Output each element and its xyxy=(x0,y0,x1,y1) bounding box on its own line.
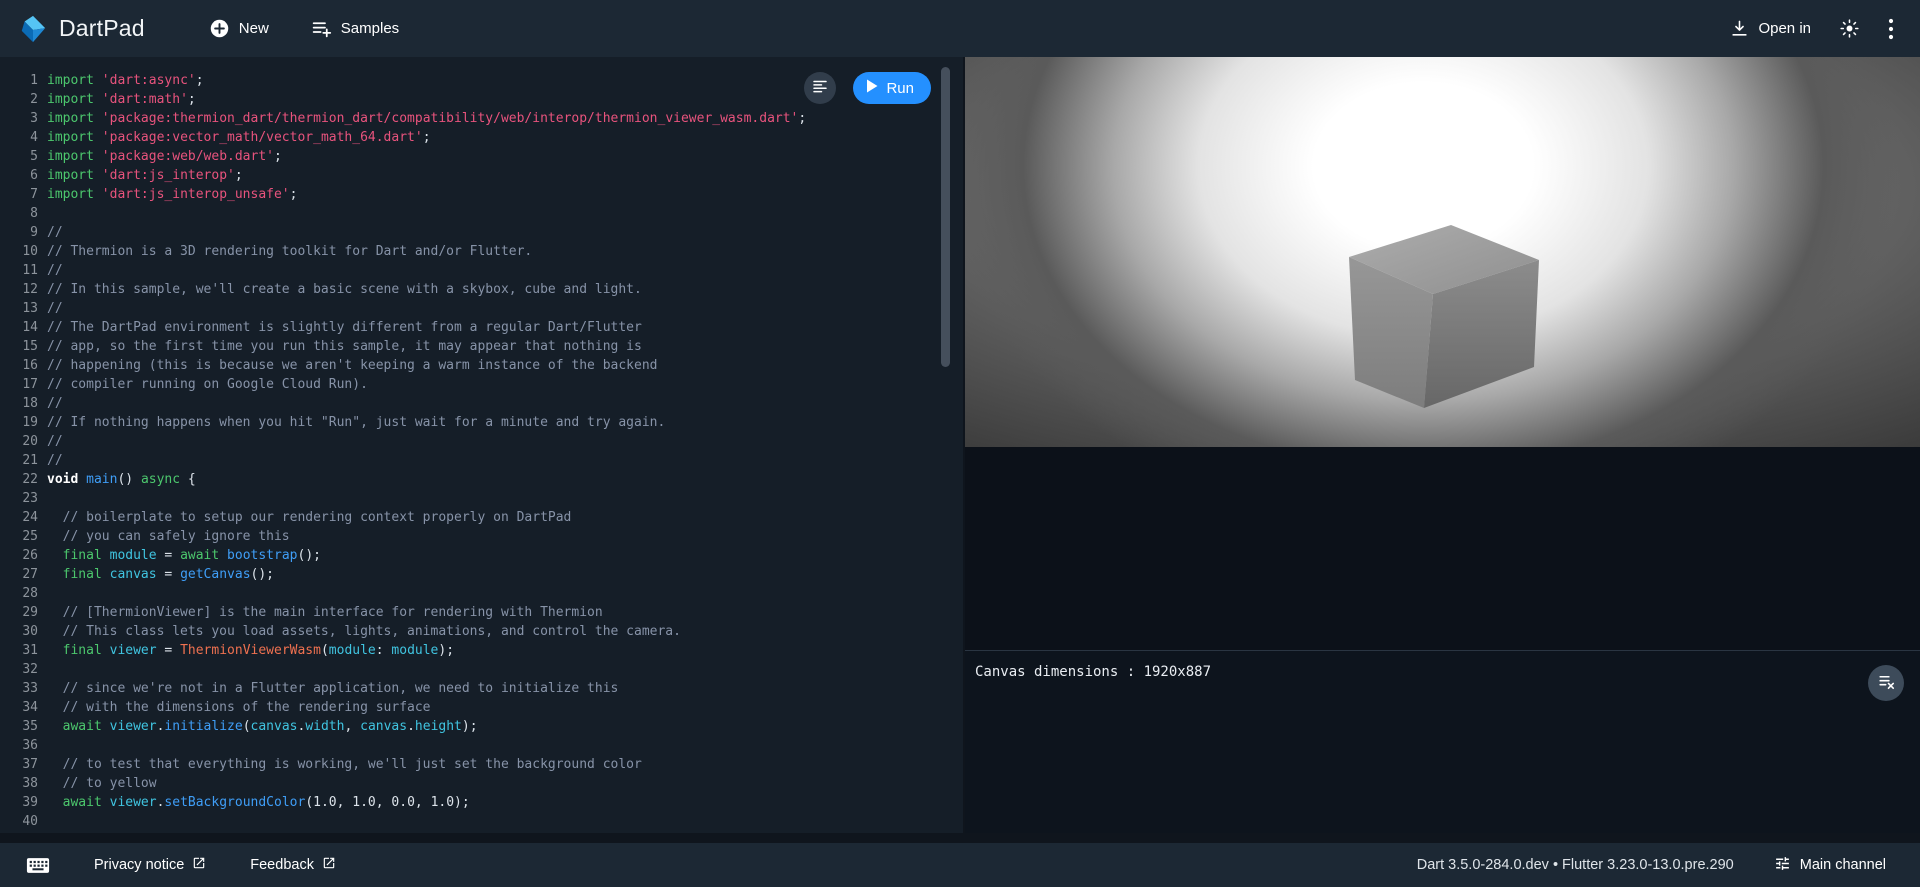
preview-pane: Canvas dimensions : 1920x887 xyxy=(965,57,1920,833)
playlist-add-icon xyxy=(311,18,332,39)
code-line: 23 xyxy=(0,489,963,508)
dartpad-app: DartPad New Samples xyxy=(0,0,1920,887)
code-line: 15// app, so the first time you run this… xyxy=(0,337,963,356)
code-line: 31 final viewer = ThermionViewerWasm(mod… xyxy=(0,641,963,660)
code-line: 39 await viewer.setBackgroundColor(1.0, … xyxy=(0,793,963,812)
code-line: 16// happening (this is because we aren'… xyxy=(0,356,963,375)
privacy-notice-link[interactable]: Privacy notice xyxy=(94,856,206,874)
download-icon xyxy=(1730,19,1749,38)
play-icon xyxy=(866,79,878,97)
dart-logo-icon xyxy=(18,14,48,44)
code-line: 7import 'dart:js_interop_unsafe'; xyxy=(0,185,963,204)
code-line: 6import 'dart:js_interop'; xyxy=(0,166,963,185)
clear-console-button[interactable] xyxy=(1868,665,1904,701)
editor-scrollbar[interactable] xyxy=(941,67,950,367)
run-button[interactable]: Run xyxy=(853,72,931,104)
feedback-label: Feedback xyxy=(250,857,314,873)
code-line: 40 xyxy=(0,812,963,831)
kebab-menu-icon[interactable] xyxy=(1888,18,1894,40)
open-in-new-icon xyxy=(322,856,336,874)
code-line: 37 // to test that everything is working… xyxy=(0,755,963,774)
code-line: 17// compiler running on Google Cloud Ru… xyxy=(0,375,963,394)
code-line: 18// xyxy=(0,394,963,413)
open-in-new-icon xyxy=(192,856,206,874)
new-button[interactable]: New xyxy=(209,18,269,39)
footer: Privacy notice Feedback Dart 3.5.0-284.0… xyxy=(0,843,1920,887)
format-button[interactable] xyxy=(804,72,836,104)
code-line: 21// xyxy=(0,451,963,470)
code-line: 19// If nothing happens when you hit "Ru… xyxy=(0,413,963,432)
render-canvas[interactable] xyxy=(965,57,1920,447)
brand: DartPad xyxy=(18,14,145,44)
open-in-button[interactable]: Open in xyxy=(1730,19,1811,38)
cube-3d xyxy=(965,57,1920,447)
channel-button[interactable]: Main channel xyxy=(1774,855,1886,876)
run-label: Run xyxy=(886,80,914,97)
samples-label: Samples xyxy=(341,20,399,37)
code-line: 13// xyxy=(0,299,963,318)
console-panel: Canvas dimensions : 1920x887 xyxy=(965,651,1920,833)
privacy-notice-label: Privacy notice xyxy=(94,857,184,873)
console-output: Canvas dimensions : 1920x887 xyxy=(965,651,1920,680)
code-line: 5import 'package:web/web.dart'; xyxy=(0,147,963,166)
code-line: 3import 'package:thermion_dart/thermion_… xyxy=(0,109,963,128)
brightness-icon[interactable] xyxy=(1839,18,1860,39)
samples-button[interactable]: Samples xyxy=(311,18,399,39)
code-line: 26 final module = await bootstrap(); xyxy=(0,546,963,565)
code-line: 20// xyxy=(0,432,963,451)
code-line: 38 // to yellow xyxy=(0,774,963,793)
tune-icon xyxy=(1774,855,1791,876)
code-line: 11// xyxy=(0,261,963,280)
code-line: 9// xyxy=(0,223,963,242)
code-line: 25 // you can safely ignore this xyxy=(0,527,963,546)
add-circle-icon xyxy=(209,18,230,39)
code-line: 22void main() async { xyxy=(0,470,963,489)
clear-console-icon xyxy=(1877,672,1896,694)
footer-right: Dart 3.5.0-284.0.dev • Flutter 3.23.0-13… xyxy=(1417,855,1886,876)
code-line: 27 final canvas = getCanvas(); xyxy=(0,565,963,584)
code-line: 12// In this sample, we'll create a basi… xyxy=(0,280,963,299)
app-title: DartPad xyxy=(59,15,145,42)
open-in-label: Open in xyxy=(1758,20,1811,37)
editor-actions: Run xyxy=(804,72,931,104)
code-line: 24 // boilerplate to setup our rendering… xyxy=(0,508,963,527)
new-label: New xyxy=(239,20,269,37)
code-lines[interactable]: 1import 'dart:async';2import 'dart:math'… xyxy=(0,57,963,831)
code-line: 14// The DartPad environment is slightly… xyxy=(0,318,963,337)
code-line: 29 // [ThermionViewer] is the main inter… xyxy=(0,603,963,622)
code-line: 30 // This class lets you load assets, l… xyxy=(0,622,963,641)
header-right: Open in xyxy=(1730,18,1894,40)
header: DartPad New Samples xyxy=(0,0,1920,57)
main: 1import 'dart:async';2import 'dart:math'… xyxy=(0,57,1920,833)
code-line: 28 xyxy=(0,584,963,603)
code-line: 32 xyxy=(0,660,963,679)
code-line: 4import 'package:vector_math/vector_math… xyxy=(0,128,963,147)
version-text: Dart 3.5.0-284.0.dev • Flutter 3.23.0-13… xyxy=(1417,857,1734,873)
channel-label: Main channel xyxy=(1800,857,1886,873)
keyboard-icon[interactable] xyxy=(26,856,50,875)
code-line: 8 xyxy=(0,204,963,223)
code-line: 34 // with the dimensions of the renderi… xyxy=(0,698,963,717)
editor-pane[interactable]: 1import 'dart:async';2import 'dart:math'… xyxy=(0,57,963,833)
code-line: 33 // since we're not in a Flutter appli… xyxy=(0,679,963,698)
code-line: 10// Thermion is a 3D rendering toolkit … xyxy=(0,242,963,261)
code-line: 35 await viewer.initialize(canvas.width,… xyxy=(0,717,963,736)
feedback-link[interactable]: Feedback xyxy=(250,856,336,874)
code-line: 36 xyxy=(0,736,963,755)
format-align-icon xyxy=(811,77,829,100)
